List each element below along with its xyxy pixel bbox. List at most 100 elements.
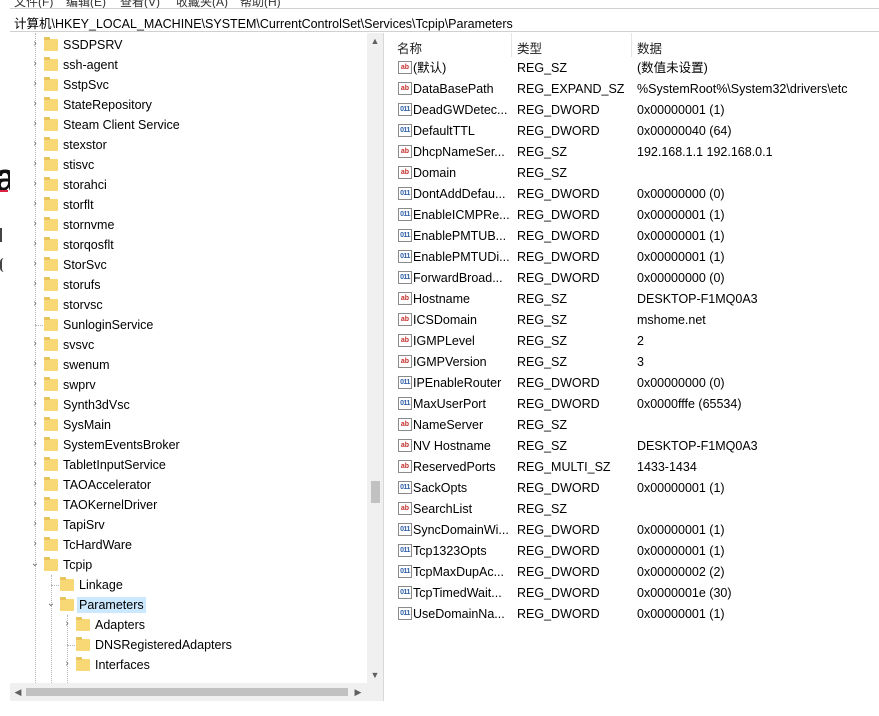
tree-item-tabletinputservice[interactable]: › TabletInputService xyxy=(10,455,368,475)
chevron-right-icon[interactable]: › xyxy=(30,119,40,129)
chevron-right-icon[interactable]: › xyxy=(30,259,40,269)
values-pane[interactable]: 名称 类型 数据 ab (默认) REG_SZ (数值未设置) ab DataBasePa… xyxy=(390,33,879,716)
chevron-right-icon[interactable]: › xyxy=(30,359,40,369)
scroll-up-icon[interactable]: ▲ xyxy=(367,33,383,49)
value-row[interactable]: 011 Tcp1323Opts REG_DWORD 0x00000001 (1) xyxy=(390,541,879,562)
value-row[interactable]: ab ReservedPorts REG_MULTI_SZ 1433-1434 xyxy=(390,457,879,478)
chevron-right-icon[interactable]: › xyxy=(30,539,40,549)
chevron-right-icon[interactable]: › xyxy=(30,299,40,309)
tree-item-systemeventsbroker[interactable]: › SystemEventsBroker xyxy=(10,435,368,455)
tree-item-stornvme[interactable]: › stornvme xyxy=(10,215,368,235)
chevron-right-icon[interactable]: › xyxy=(30,499,40,509)
tree-item-parameters[interactable]: ⌄ Parameters xyxy=(10,595,368,615)
tree-item-stisvc[interactable]: › stisvc xyxy=(10,155,368,175)
value-row[interactable]: 011 MaxUserPort REG_DWORD 0x0000fffe (65534… xyxy=(390,394,879,415)
tree-item-steam-client-service[interactable]: › Steam Client Service xyxy=(10,115,368,135)
chevron-down-icon[interactable]: ⌄ xyxy=(46,599,56,609)
value-row[interactable]: 011 ForwardBroad... REG_DWORD 0x00000000 (0… xyxy=(390,268,879,289)
menu-item[interactable]: 收藏夹(A) xyxy=(176,0,228,8)
column-header-name[interactable]: 名称 xyxy=(397,38,422,57)
tree-item-tchardware[interactable]: › TcHardWare xyxy=(10,535,368,555)
chevron-right-icon[interactable]: › xyxy=(30,459,40,469)
value-row[interactable]: ab Hostname REG_SZ DESKTOP-F1MQ0A3 xyxy=(390,289,879,310)
value-row[interactable]: 011 UseDomainNa... REG_DWORD 0x00000001 (1) xyxy=(390,604,879,625)
chevron-right-icon[interactable]: › xyxy=(30,479,40,489)
chevron-right-icon[interactable]: › xyxy=(30,419,40,429)
chevron-right-icon[interactable]: › xyxy=(30,279,40,289)
scroll-right-icon[interactable]: ▶ xyxy=(350,683,366,701)
tree-item-swprv[interactable]: › swprv xyxy=(10,375,368,395)
tree-item-sstpsvc[interactable]: › SstpSvc xyxy=(10,75,368,95)
chevron-right-icon[interactable]: › xyxy=(62,619,72,629)
value-row[interactable]: ab IGMPLevel REG_SZ 2 xyxy=(390,331,879,352)
column-divider[interactable] xyxy=(511,33,512,57)
value-row[interactable]: ab IGMPVersion REG_SZ 3 xyxy=(390,352,879,373)
tree-item-tcpip[interactable]: ⌄ Tcpip xyxy=(10,555,368,575)
value-row[interactable]: 011 SyncDomainWi... REG_DWORD 0x00000001 (1… xyxy=(390,520,879,541)
chevron-right-icon[interactable]: › xyxy=(30,199,40,209)
chevron-right-icon[interactable]: › xyxy=(62,659,72,669)
value-row[interactable]: ab ICSDomain REG_SZ mshome.net xyxy=(390,310,879,331)
tree-item-staterepository[interactable]: › StateRepository xyxy=(10,95,368,115)
column-divider[interactable] xyxy=(631,33,632,57)
tree-item-synth3dvsc[interactable]: › Synth3dVsc xyxy=(10,395,368,415)
value-row[interactable]: 011 TcpMaxDupAc... REG_DWORD 0x00000002 (2) xyxy=(390,562,879,583)
chevron-right-icon[interactable]: › xyxy=(30,179,40,189)
tree-item-storahci[interactable]: › storahci xyxy=(10,175,368,195)
chevron-right-icon[interactable]: › xyxy=(30,59,40,69)
tree-item-storvsc[interactable]: › storvsc xyxy=(10,295,368,315)
tree-vertical-scroll-thumb[interactable] xyxy=(371,481,380,503)
chevron-right-icon[interactable]: › xyxy=(30,379,40,389)
key-tree-pane[interactable]: › SSDPSRV › ssh-agent › SstpSvc › StateReposito… xyxy=(10,33,384,701)
chevron-right-icon[interactable]: › xyxy=(30,339,40,349)
value-row[interactable]: ab Domain REG_SZ xyxy=(390,163,879,184)
chevron-right-icon[interactable]: › xyxy=(30,39,40,49)
chevron-right-icon[interactable]: › xyxy=(30,439,40,449)
value-row[interactable]: ab DataBasePath REG_EXPAND_SZ %SystemRoot%\… xyxy=(390,79,879,100)
tree-item-taoaccelerator[interactable]: › TAOAccelerator xyxy=(10,475,368,495)
tree-item-svsvc[interactable]: › svsvc xyxy=(10,335,368,355)
tree-item-taokerneldriver[interactable]: › TAOKernelDriver xyxy=(10,495,368,515)
value-row[interactable]: ab DhcpNameSer... REG_SZ 192.168.1.1 192.16… xyxy=(390,142,879,163)
scroll-down-icon[interactable]: ▼ xyxy=(367,667,383,683)
chevron-right-icon[interactable]: › xyxy=(30,519,40,529)
value-row[interactable]: 011 DontAddDefau... REG_DWORD 0x00000000 (0… xyxy=(390,184,879,205)
tree-item-storqosflt[interactable]: › storqosflt xyxy=(10,235,368,255)
value-row[interactable]: 011 DeadGWDetec... REG_DWORD 0x00000001 (1) xyxy=(390,100,879,121)
value-row[interactable]: ab NameServer REG_SZ xyxy=(390,415,879,436)
value-row[interactable]: 011 EnablePMTUDi... REG_DWORD 0x00000001 (1… xyxy=(390,247,879,268)
scroll-left-icon[interactable]: ◀ xyxy=(10,683,26,701)
tree-horizontal-scrollbar[interactable]: ◀ ▶ xyxy=(10,683,383,701)
tree-vertical-scrollbar[interactable]: ▲ ▼ xyxy=(367,33,383,683)
menu-item[interactable]: 文件(F) xyxy=(14,0,53,8)
value-row[interactable]: 011 IPEnableRouter REG_DWORD 0x00000000 (0) xyxy=(390,373,879,394)
tree-item-sysmain[interactable]: › SysMain xyxy=(10,415,368,435)
tree-item-swenum[interactable]: › swenum xyxy=(10,355,368,375)
value-row[interactable]: ab NV Hostname REG_SZ DESKTOP-F1MQ0A3 xyxy=(390,436,879,457)
tree-horizontal-scroll-thumb[interactable] xyxy=(26,688,348,696)
chevron-down-icon[interactable]: ⌄ xyxy=(30,559,40,569)
tree-item-interfaces[interactable]: › Interfaces xyxy=(10,655,368,675)
address-bar[interactable]: 计算机\HKEY_LOCAL_MACHINE\SYSTEM\CurrentCon… xyxy=(10,8,879,32)
column-header-data[interactable]: 数据 xyxy=(637,38,662,57)
menu-item[interactable]: 编辑(E) xyxy=(66,0,106,8)
menu-item[interactable]: 帮助(H) xyxy=(240,0,281,8)
tree-item-tapisrv[interactable]: › TapiSrv xyxy=(10,515,368,535)
chevron-right-icon[interactable]: › xyxy=(30,139,40,149)
tree-item-ssdpsrv[interactable]: › SSDPSRV xyxy=(10,35,368,55)
column-header-type[interactable]: 类型 xyxy=(517,38,542,57)
tree-item-stexstor[interactable]: › stexstor xyxy=(10,135,368,155)
value-row[interactable]: 011 DefaultTTL REG_DWORD 0x00000040 (64) xyxy=(390,121,879,142)
value-row[interactable]: 011 TcpTimedWait... REG_DWORD 0x0000001e (3… xyxy=(390,583,879,604)
value-row[interactable]: ab SearchList REG_SZ xyxy=(390,499,879,520)
chevron-right-icon[interactable]: › xyxy=(30,239,40,249)
tree-item-dnsregisteredadapters[interactable]: DNSRegisteredAdapters xyxy=(10,635,368,655)
value-row[interactable]: ab (默认) REG_SZ (数值未设置) xyxy=(390,58,879,79)
tree-item-storsvc[interactable]: › StorSvc xyxy=(10,255,368,275)
chevron-right-icon[interactable]: › xyxy=(30,399,40,409)
value-row[interactable]: 011 EnablePMTUB... REG_DWORD 0x00000001 (1) xyxy=(390,226,879,247)
chevron-right-icon[interactable]: › xyxy=(30,79,40,89)
tree-item-ssh-agent[interactable]: › ssh-agent xyxy=(10,55,368,75)
value-row[interactable]: 011 EnableICMPRe... REG_DWORD 0x00000001 (1… xyxy=(390,205,879,226)
tree-item-storufs[interactable]: › storufs xyxy=(10,275,368,295)
